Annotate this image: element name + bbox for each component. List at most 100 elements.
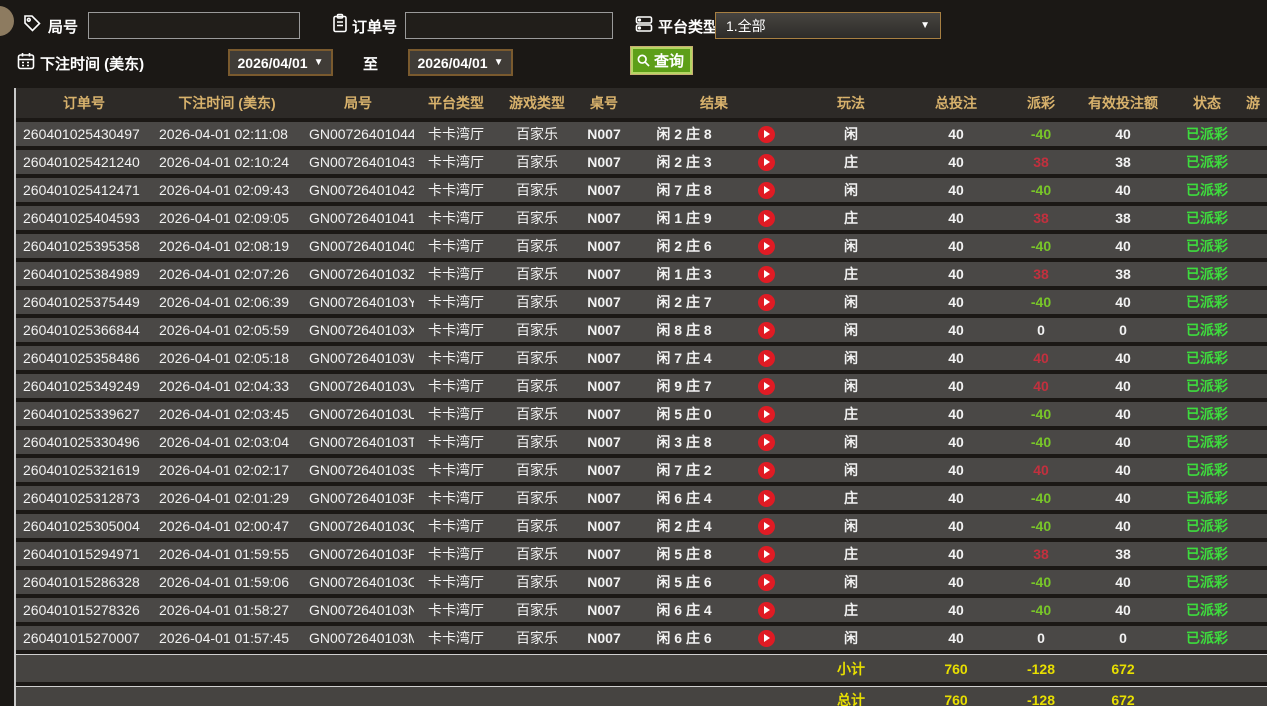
round-no-input[interactable] bbox=[88, 12, 300, 39]
cell-round-no: GN00726401041 bbox=[309, 210, 414, 226]
play-icon[interactable] bbox=[757, 433, 775, 451]
cell-play-type: 闲 bbox=[844, 294, 858, 310]
play-icon[interactable] bbox=[757, 181, 775, 199]
total-label: 总计 bbox=[837, 692, 865, 706]
cell-status: 已派彩 bbox=[1186, 154, 1228, 170]
header-game-detail: 游 bbox=[1246, 95, 1260, 111]
cell-order-no: 260401025412471 bbox=[23, 182, 140, 198]
play-icon[interactable] bbox=[757, 517, 775, 535]
cell-order-no: 260401025358486 bbox=[23, 350, 140, 366]
play-icon[interactable] bbox=[757, 601, 775, 619]
cell-game-type: 百家乐 bbox=[516, 322, 558, 338]
play-icon[interactable] bbox=[757, 461, 775, 479]
play-icon[interactable] bbox=[757, 349, 775, 367]
cell-replay bbox=[736, 293, 796, 311]
table-row: 260401025421240 2026-04-01 02:10:24 GN00… bbox=[16, 150, 1267, 174]
cell-play-type: 闲 bbox=[844, 322, 858, 338]
filter-bar: 局号 订单号 平台类型 1.全部 ▼ 下注时间 (美东) 2026/04/01 … bbox=[0, 0, 1267, 88]
cell-status: 已派彩 bbox=[1186, 294, 1228, 310]
cell-table-no: N007 bbox=[587, 546, 621, 562]
cell-valid-bet: 38 bbox=[1115, 210, 1131, 226]
cell-play-type: 庄 bbox=[844, 490, 858, 506]
cell-round-no: GN0072640103N bbox=[309, 602, 414, 618]
cell-table-no: N007 bbox=[587, 378, 621, 394]
cell-game-type: 百家乐 bbox=[516, 154, 558, 170]
date-to-picker[interactable]: 2026/04/01 ▼ bbox=[408, 49, 513, 76]
play-icon[interactable] bbox=[757, 573, 775, 591]
cell-platform-type: 卡卡湾厅 bbox=[428, 630, 484, 646]
cell-table-no: N007 bbox=[587, 322, 621, 338]
play-icon[interactable] bbox=[757, 209, 775, 227]
cell-table-no: N007 bbox=[587, 490, 621, 506]
play-icon[interactable] bbox=[757, 489, 775, 507]
cell-total-bet: 40 bbox=[948, 322, 964, 338]
cell-game-type: 百家乐 bbox=[516, 350, 558, 366]
header-play-type: 玩法 bbox=[837, 95, 865, 111]
play-icon[interactable] bbox=[757, 265, 775, 283]
cell-valid-bet: 40 bbox=[1115, 378, 1131, 394]
cell-play-type: 闲 bbox=[844, 518, 858, 534]
cell-play-type: 庄 bbox=[844, 546, 858, 562]
play-icon[interactable] bbox=[757, 125, 775, 143]
header-total-bet: 总投注 bbox=[935, 95, 977, 111]
header-status: 状态 bbox=[1193, 95, 1221, 111]
date-from-picker[interactable]: 2026/04/01 ▼ bbox=[228, 49, 333, 76]
play-icon[interactable] bbox=[757, 237, 775, 255]
play-icon[interactable] bbox=[757, 545, 775, 563]
cell-table-no: N007 bbox=[587, 294, 621, 310]
order-no-input[interactable] bbox=[405, 12, 613, 39]
cell-result: 闲 2 庄 4 bbox=[656, 518, 712, 534]
chevron-down-icon: ▼ bbox=[493, 57, 504, 68]
cell-status: 已派彩 bbox=[1186, 350, 1228, 366]
cell-status: 已派彩 bbox=[1186, 462, 1228, 478]
cell-round-no: GN0072640103Y bbox=[309, 294, 414, 310]
cell-table-no: N007 bbox=[587, 154, 621, 170]
cell-valid-bet: 40 bbox=[1115, 602, 1131, 618]
play-icon[interactable] bbox=[757, 321, 775, 339]
cell-status: 已派彩 bbox=[1186, 518, 1228, 534]
cell-play-type: 闲 bbox=[844, 462, 858, 478]
search-button[interactable]: 查询 bbox=[630, 46, 694, 75]
cell-game-type: 百家乐 bbox=[516, 574, 558, 590]
cell-payout: -40 bbox=[1030, 238, 1052, 254]
play-icon[interactable] bbox=[757, 405, 775, 423]
cell-replay bbox=[736, 237, 796, 255]
subtotal-total-bet: 760 bbox=[944, 660, 968, 677]
cell-platform-type: 卡卡湾厅 bbox=[428, 434, 484, 450]
play-icon[interactable] bbox=[757, 293, 775, 311]
total-row: 总计 760 -128 672 bbox=[16, 686, 1267, 706]
cell-play-type: 闲 bbox=[844, 630, 858, 646]
header-valid-bet: 有效投注额 bbox=[1088, 95, 1158, 111]
play-icon[interactable] bbox=[757, 153, 775, 171]
cell-table-no: N007 bbox=[587, 518, 621, 534]
cell-total-bet: 40 bbox=[948, 378, 964, 394]
header-game-type: 游戏类型 bbox=[509, 95, 565, 111]
cell-order-no: 260401025384989 bbox=[23, 266, 140, 282]
play-icon[interactable] bbox=[757, 377, 775, 395]
cell-replay bbox=[736, 573, 796, 591]
cell-bet-time: 2026-04-01 02:03:45 bbox=[159, 406, 289, 422]
cell-round-no: GN00726401040 bbox=[309, 238, 414, 254]
chevron-down-icon: ▼ bbox=[920, 20, 930, 31]
cell-total-bet: 40 bbox=[948, 434, 964, 450]
cell-table-no: N007 bbox=[587, 574, 621, 590]
cell-total-bet: 40 bbox=[948, 406, 964, 422]
order-no-label: 订单号 bbox=[352, 19, 398, 36]
cell-game-type: 百家乐 bbox=[516, 490, 558, 506]
platform-select[interactable]: 1.全部 ▼ bbox=[715, 12, 941, 39]
cell-valid-bet: 40 bbox=[1115, 182, 1131, 198]
cell-bet-time: 2026-04-01 01:59:55 bbox=[159, 546, 289, 562]
cell-result: 闲 9 庄 7 bbox=[656, 378, 712, 394]
total-valid-bet: 672 bbox=[1111, 692, 1135, 706]
cell-payout: -40 bbox=[1030, 434, 1052, 450]
cell-result: 闲 6 庄 4 bbox=[656, 490, 712, 506]
cell-game-type: 百家乐 bbox=[516, 518, 558, 534]
cell-replay bbox=[736, 405, 796, 423]
cell-platform-type: 卡卡湾厅 bbox=[428, 518, 484, 534]
cell-round-no: GN00726401043 bbox=[309, 154, 414, 170]
cell-platform-type: 卡卡湾厅 bbox=[428, 322, 484, 338]
subtotal-row: 小计 760 -128 672 bbox=[16, 654, 1267, 682]
play-icon[interactable] bbox=[757, 629, 775, 647]
edge-decoration bbox=[0, 6, 14, 36]
cell-platform-type: 卡卡湾厅 bbox=[428, 350, 484, 366]
